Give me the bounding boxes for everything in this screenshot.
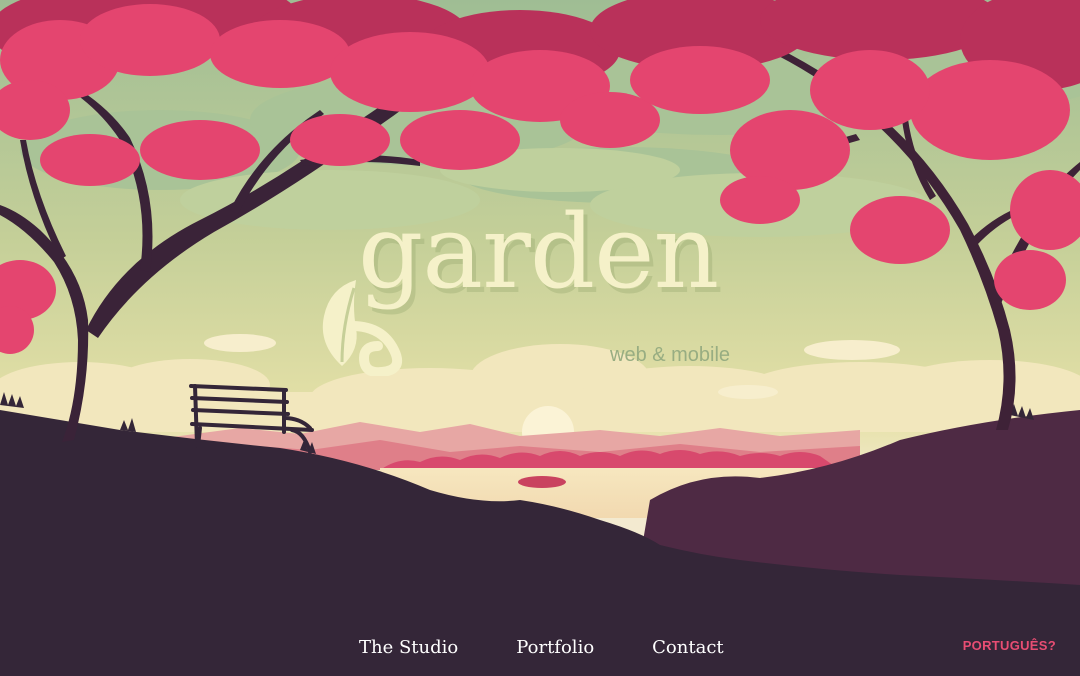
nav-link-portfolio[interactable]: Portfolio xyxy=(516,637,594,658)
brand-tagline: web & mobile xyxy=(610,344,731,366)
nav-link-studio[interactable]: The Studio xyxy=(359,637,458,658)
main-nav: The Studio Portfolio Contact xyxy=(330,632,753,662)
brand-logo[interactable]: garden web & mobile xyxy=(312,202,752,380)
brand-name: garden xyxy=(358,193,719,312)
nav-link-contact[interactable]: Contact xyxy=(652,637,723,658)
landing-page: garden web & mobile The Studio Portfolio… xyxy=(0,0,1080,676)
language-switch-link[interactable]: PORTUGUÊS? xyxy=(963,638,1056,653)
island xyxy=(518,476,566,488)
